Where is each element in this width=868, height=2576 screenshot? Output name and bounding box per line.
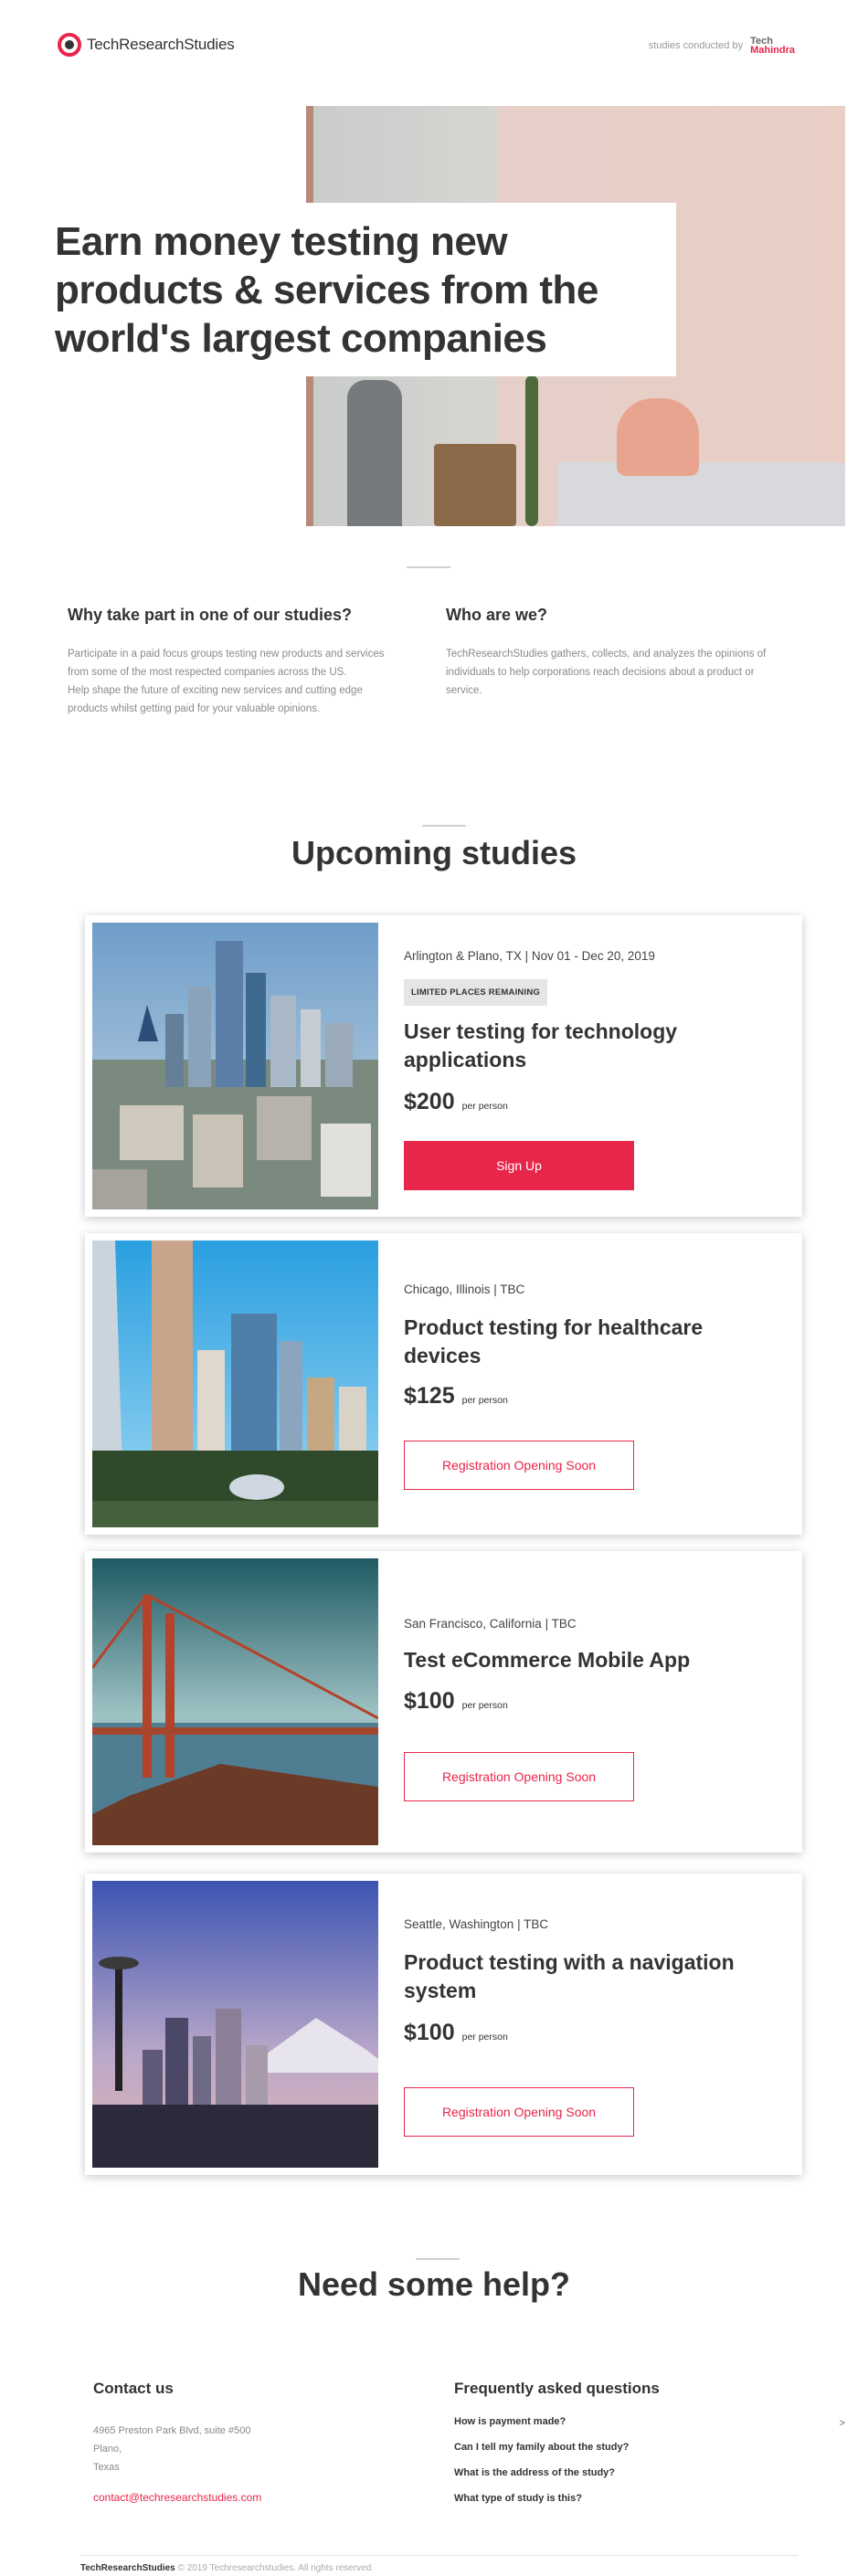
- help-heading: Need some help?: [297, 2265, 571, 2303]
- sign-up-button[interactable]: Sign Up: [404, 1141, 634, 1190]
- faq-item[interactable]: Can I tell my family about the study?: [454, 2442, 820, 2467]
- limited-places-badge: LIMITED PLACES REMAINING: [404, 979, 547, 1006]
- hero-title: Earn money testing new products & servic…: [55, 219, 598, 361]
- contact-heading: Contact us: [93, 2380, 174, 2397]
- study-image-chicago: [92, 1240, 378, 1527]
- study-price: $100 per person: [404, 1688, 508, 1714]
- section-divider: [422, 825, 466, 827]
- study-title: Product testing with a navigation system: [404, 1950, 735, 2002]
- study-card: San Francisco, California | TBC Test eCo…: [85, 1551, 802, 1853]
- footer-copyright: © 2019 Techresearchstudies. All rights r…: [177, 2563, 375, 2573]
- partner-logo[interactable]: Tech Mahindra: [750, 37, 795, 56]
- contact-section: Contact us 4965 Preston Park Blvd, suite…: [93, 2380, 261, 2504]
- study-title: Product testing for healthcare devices: [404, 1315, 704, 1367]
- study-location: Chicago, Illinois | TBC: [404, 1283, 525, 1296]
- studies-heading: Upcoming studies: [291, 834, 577, 871]
- why-heading: Why take part in one of our studies?: [68, 606, 353, 624]
- study-image-san-francisco: [92, 1558, 378, 1845]
- study-image-dallas: [92, 923, 378, 1209]
- section-divider: [416, 2258, 460, 2260]
- study-price: $200 per person: [404, 1089, 508, 1114]
- study-location: Arlington & Plano, TX | Nov 01 - Dec 20,…: [404, 949, 655, 963]
- study-price: $100 per person: [404, 2020, 508, 2045]
- registration-button[interactable]: Registration Opening Soon: [404, 1441, 634, 1490]
- footer-brand: TechResearchStudies: [80, 2563, 175, 2573]
- faq-section: Frequently asked questions How is paymen…: [454, 2380, 845, 2518]
- who-section: Who are we? TechResearchStudies gathers,…: [446, 606, 793, 700]
- brand-name: TechResearchStudies: [87, 36, 235, 53]
- brand-logo[interactable]: TechResearchStudies: [58, 33, 235, 57]
- registration-button[interactable]: Registration Opening Soon: [404, 2087, 634, 2137]
- logo-icon: [58, 33, 81, 57]
- why-text: Participate in a paid focus groups testi…: [68, 649, 385, 714]
- faq-item[interactable]: How is payment made? >: [454, 2416, 845, 2442]
- site-header: TechResearchStudies studies conducted by…: [0, 0, 868, 91]
- section-divider: [407, 566, 450, 568]
- hero-title-card: Earn money testing new products & servic…: [32, 203, 676, 376]
- site-footer: TechResearchStudies © 2019 Techresearchs…: [80, 2563, 374, 2573]
- study-price: $125 per person: [404, 1383, 508, 1409]
- who-heading: Who are we?: [446, 606, 548, 624]
- faq-item[interactable]: What is the address of the study?: [454, 2467, 820, 2493]
- study-card: Seattle, Washington | TBC Product testin…: [85, 1874, 802, 2175]
- study-title: User testing for technology applications: [404, 1019, 678, 1072]
- study-location: Seattle, Washington | TBC: [404, 1917, 549, 1931]
- study-location: San Francisco, California | TBC: [404, 1617, 577, 1631]
- faq-heading: Frequently asked questions: [454, 2380, 660, 2397]
- conducted-by-label: studies conducted by: [648, 40, 744, 51]
- chevron-right-icon: >: [839, 2418, 845, 2429]
- registration-button[interactable]: Registration Opening Soon: [404, 1752, 634, 1801]
- footer-divider: [80, 2555, 798, 2556]
- who-text: TechResearchStudies gathers, collects, a…: [446, 649, 767, 696]
- study-title: Test eCommerce Mobile App: [404, 1648, 691, 1672]
- study-card: Arlington & Plano, TX | Nov 01 - Dec 20,…: [85, 915, 802, 1217]
- contact-address: 4965 Preston Park Blvd, suite #500 Plano…: [93, 2425, 251, 2473]
- conducted-by: studies conducted by Tech Mahindra: [648, 37, 795, 56]
- study-image-seattle: [92, 1881, 378, 2168]
- why-section: Why take part in one of our studies? Par…: [68, 606, 406, 718]
- contact-email-link[interactable]: contact@techresearchstudies.com: [93, 2491, 261, 2504]
- study-card: Chicago, Illinois | TBC Product testing …: [85, 1233, 802, 1535]
- faq-item[interactable]: What type of study is this?: [454, 2493, 820, 2518]
